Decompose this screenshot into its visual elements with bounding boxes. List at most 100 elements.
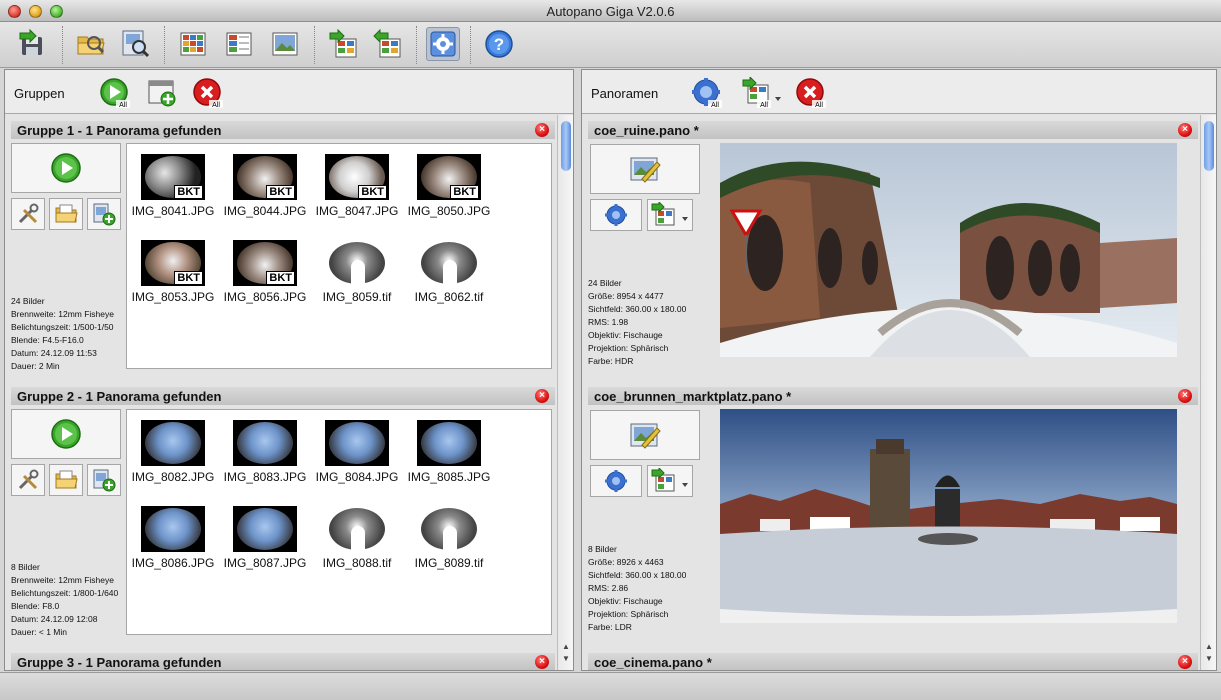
import-export-button[interactable] (370, 27, 404, 61)
panorama-body: 24 Bilder Größe: 8954 x 4477 Sichtfeld: … (588, 141, 1198, 381)
info-line: Blende: F8.0 (11, 601, 60, 611)
group-header: Gruppe 3 - 1 Panorama gefunden × (11, 653, 555, 670)
remove-group-button[interactable]: × (535, 655, 549, 669)
panorama-body: 8 Bilder Größe: 8926 x 4463 Sichtfeld: 3… (588, 407, 1198, 647)
image-thumbnail[interactable]: BKT IMG_8047.JPG (315, 152, 399, 232)
mask-shape (351, 526, 365, 552)
thumbnail-image (233, 506, 297, 552)
image-thumbnail[interactable]: IMG_8085.JPG (407, 418, 491, 498)
panorama-title: coe_ruine.pano * (594, 123, 699, 138)
remove-group-button[interactable]: × (535, 389, 549, 403)
detect-button[interactable] (118, 27, 152, 61)
export-panorama-button[interactable] (647, 199, 693, 231)
add-group-button[interactable] (145, 76, 179, 110)
group-folder-button[interactable] (49, 198, 83, 230)
detect-all-button[interactable]: All (98, 76, 132, 110)
group-folder-button[interactable] (49, 464, 83, 496)
export-icon (651, 468, 688, 492)
list-view-icon (226, 32, 252, 56)
image-thumbnail[interactable]: BKT IMG_8050.JPG (407, 152, 491, 232)
scroll-up-arrow[interactable]: ▲ (561, 642, 571, 652)
group-info: 8 Bilder Brennweite: 12mm Fisheye Belich… (11, 561, 118, 639)
svg-text:?: ? (494, 35, 504, 54)
image-thumbnail[interactable]: BKT IMG_8044.JPG (223, 152, 307, 232)
scroll-up-arrow[interactable]: ▲ (1204, 642, 1214, 652)
close-icon: × (1182, 124, 1188, 135)
open-folder-button[interactable] (74, 27, 108, 61)
all-badge: All (212, 102, 220, 109)
close-icon: × (539, 656, 545, 667)
bracket-badge: BKT (266, 271, 295, 285)
image-view-button[interactable] (268, 27, 302, 61)
edit-panorama-icon (630, 157, 661, 183)
info-line: 8 Bilder (588, 544, 617, 554)
import-button[interactable] (14, 27, 48, 61)
remove-panorama-button[interactable]: × (1178, 123, 1192, 137)
remove-panorama-button[interactable]: × (1178, 389, 1192, 403)
image-thumbnail[interactable]: IMG_8059.tif (315, 238, 399, 318)
group-title: Gruppe 2 - 1 Panorama gefunden (17, 389, 222, 404)
group-add-images-button[interactable] (87, 198, 121, 230)
image-thumbnail[interactable]: IMG_8087.JPG (223, 504, 307, 584)
stitch-group-button[interactable] (11, 409, 121, 459)
play-icon (51, 419, 81, 449)
group-add-images-button[interactable] (87, 464, 121, 496)
image-thumbnail[interactable]: IMG_8062.tif (407, 238, 491, 318)
render-gear-icon: All (692, 78, 722, 109)
render-button[interactable] (590, 199, 642, 231)
grid-view-button[interactable] (176, 27, 210, 61)
remove-all-panoramas-button[interactable]: All (794, 76, 828, 110)
export-button[interactable] (326, 27, 360, 61)
groups-scrollbar[interactable]: ▲ ▼ (557, 115, 573, 670)
info-line: Datum: 24.12.09 11:53 (11, 348, 97, 358)
groups-panel-title: Gruppen (14, 86, 65, 101)
edit-panorama-button[interactable] (590, 144, 700, 194)
image-thumbnail[interactable]: IMG_8084.JPG (315, 418, 399, 498)
image-thumbnail[interactable]: BKT IMG_8056.JPG (223, 238, 307, 318)
panorama-preview[interactable] (720, 409, 1177, 623)
scrollbar-thumb[interactable] (1204, 121, 1214, 171)
image-thumbnail[interactable]: BKT IMG_8041.JPG (131, 152, 215, 232)
export-all-button[interactable]: All (740, 76, 784, 110)
scroll-down-arrow[interactable]: ▼ (1204, 654, 1214, 664)
group-title: Gruppe 1 - 1 Panorama gefunden (17, 123, 222, 138)
image-thumbnail[interactable]: IMG_8082.JPG (131, 418, 215, 498)
image-thumbnail[interactable]: IMG_8086.JPG (131, 504, 215, 584)
image-thumbnail[interactable]: IMG_8089.tif (407, 504, 491, 584)
delete-all-icon: All (193, 78, 223, 109)
render-button[interactable] (590, 465, 642, 497)
help-button[interactable]: ? (482, 27, 516, 61)
render-all-button[interactable]: All (690, 76, 724, 110)
stitch-group-button[interactable] (11, 143, 121, 193)
thumbnail-filename: IMG_8085.JPG (407, 470, 491, 484)
scrollbar-thumb[interactable] (561, 121, 571, 171)
thumbnail-filename: IMG_8087.JPG (223, 556, 307, 570)
remove-all-groups-button[interactable]: All (191, 76, 225, 110)
info-line: Objektiv: Fischauge (588, 330, 663, 340)
image-thumbnail[interactable]: IMG_8083.JPG (223, 418, 307, 498)
panorama-preview[interactable] (720, 143, 1177, 357)
group-body: 8 Bilder Brennweite: 12mm Fisheye Belich… (11, 407, 555, 637)
group-settings-button[interactable] (11, 464, 45, 496)
thumbnail-filename: IMG_8047.JPG (315, 204, 399, 218)
panoramas-list[interactable]: coe_ruine.pano * × 24 Bilder Größe: 8954… (582, 115, 1200, 670)
remove-panorama-button[interactable]: × (1178, 655, 1192, 669)
export-panorama-button[interactable] (647, 465, 693, 497)
edit-panorama-button[interactable] (590, 410, 700, 460)
image-thumbnail[interactable]: BKT IMG_8053.JPG (131, 238, 215, 318)
groups-list[interactable]: Gruppe 1 - 1 Panorama gefunden × 24 Bild… (5, 115, 557, 670)
settings-button[interactable] (426, 27, 460, 61)
bracket-badge: BKT (174, 185, 203, 199)
thumbnail-image: BKT (233, 240, 297, 286)
remove-group-button[interactable]: × (535, 123, 549, 137)
scroll-down-arrow[interactable]: ▼ (561, 654, 571, 664)
save-import-icon (19, 29, 42, 55)
panel-splitter[interactable] (575, 69, 580, 671)
image-thumbnail[interactable]: IMG_8088.tif (315, 504, 399, 584)
group-settings-button[interactable] (11, 198, 45, 230)
list-view-button[interactable] (222, 27, 256, 61)
all-badge: All (760, 102, 768, 109)
fisheye-photo (329, 422, 385, 464)
group-info: 24 Bilder Brennweite: 12mm Fisheye Belic… (11, 295, 114, 373)
panoramas-scrollbar[interactable]: ▲ ▼ (1200, 115, 1216, 670)
